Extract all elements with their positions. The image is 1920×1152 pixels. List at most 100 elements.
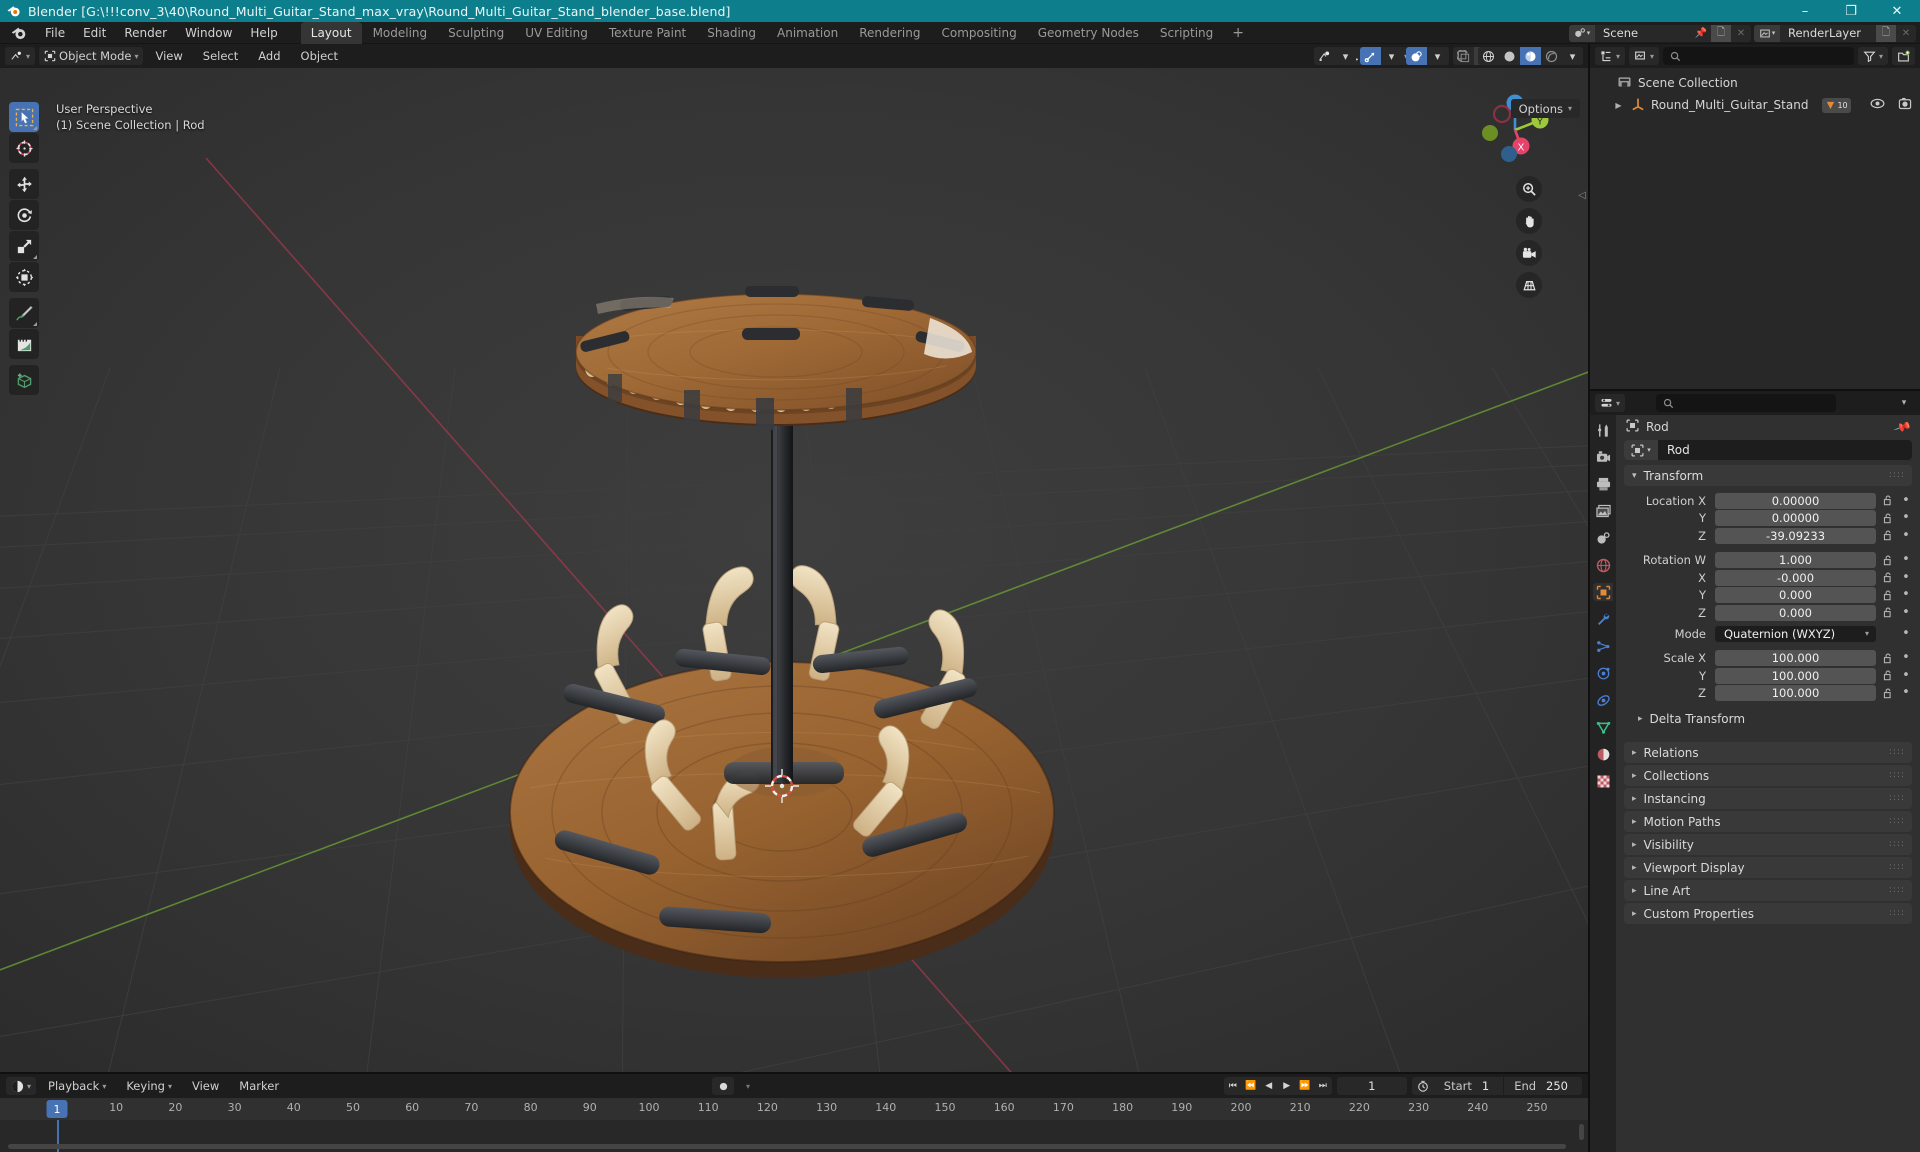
toggle-xray-icon[interactable] [1452,47,1474,65]
add-cube-tool-icon[interactable] [9,365,39,395]
tab-shading[interactable]: Shading [697,22,766,44]
texture-icon[interactable] [1593,772,1613,790]
visibility-group[interactable]: ▾ [1314,47,1356,65]
scene-icon[interactable] [1593,529,1613,547]
frame-range-fields[interactable]: Start 1 End 250 [1411,1077,1582,1095]
overlays-dropdown-icon[interactable]: ▾ [1427,47,1448,65]
properties-search-input[interactable] [1656,394,1836,412]
outliner-search-input[interactable] [1663,47,1854,65]
timeline-vertical-scrollbar[interactable] [1579,1124,1584,1140]
jump-to-end-icon[interactable]: ⏭ [1314,1077,1332,1095]
new-view-layer-icon[interactable]: 🗋 [1876,24,1896,42]
viewport-menu-object[interactable]: Object [293,47,346,65]
output-icon[interactable] [1593,475,1613,493]
rotation-y-lock-icon[interactable] [1881,590,1895,601]
delete-view-layer-icon[interactable]: ✕ [1896,25,1916,42]
rotation-w-field[interactable]: 1.000 [1715,552,1876,568]
viewport-menu-select[interactable]: Select [195,47,246,65]
show-overlays-icon[interactable] [1406,47,1427,65]
menu-edit[interactable]: Edit [74,23,115,43]
object-mode-selector[interactable]: Object Mode ▾ [39,47,144,65]
physics-icon[interactable] [1593,664,1613,682]
timeline-playhead[interactable]: 1 [46,1100,68,1118]
scale-z-animate-icon[interactable]: • [1900,686,1912,699]
view-layer-icon[interactable] [1593,502,1613,520]
world-icon[interactable] [1593,556,1613,574]
rotation-x-field[interactable]: -0.000 [1715,569,1876,586]
gizmo-group[interactable]: ▾ [1360,47,1402,65]
timeline-body[interactable] [0,1120,1588,1152]
tab-sculpting[interactable]: Sculpting [438,22,514,44]
delta-transform-panel-header[interactable]: ▸ Delta Transform [1624,708,1912,729]
object-visibility-icon[interactable] [1314,47,1335,65]
transform-tool-icon[interactable] [9,262,39,292]
current-frame-field[interactable]: 1 [1336,1077,1407,1095]
relations-panel-header[interactable]: ▸ Relations :::: [1624,742,1912,763]
viewport-menu-add[interactable]: Add [250,47,288,65]
line-art-panel-header[interactable]: ▸ Line Art :::: [1624,880,1912,901]
outliner-tree[interactable]: Scene Collection ▶ Round_Multi_Guitar_St… [1590,68,1920,389]
material-preview-shading-icon[interactable] [1520,47,1541,65]
tab-rendering[interactable]: Rendering [849,22,930,44]
viewport-display-drag-handle[interactable]: :::: [1889,863,1905,872]
shading-modes-group[interactable]: ▾ [1478,47,1583,65]
next-keyframe-icon[interactable]: ⏩ [1296,1077,1314,1095]
location-y-field[interactable]: 0.00000 [1715,510,1876,526]
shading-dropdown-icon[interactable]: ▾ [1562,47,1583,65]
auto-keying-icon[interactable] [712,1077,734,1095]
minimize-button[interactable]: – [1782,0,1828,22]
menu-window[interactable]: Window [176,23,241,43]
previous-keyframe-icon[interactable]: ⏪ [1242,1077,1260,1095]
outliner-editor-type-selector[interactable]: ▾ [1595,47,1626,65]
timeline-editor-type-selector[interactable]: ▾ [6,1077,37,1095]
timeline-ruler[interactable]: 1 10 20 30 40 50 60 70 80 90 100 110 120 130 140 150 160… [0,1098,1588,1120]
play-reverse-icon[interactable]: ◀ [1260,1077,1278,1095]
preview-range-icon[interactable] [1412,1080,1434,1092]
tab-compositing[interactable]: Compositing [931,22,1026,44]
timeline-horizontal-scrollbar[interactable] [8,1144,1566,1149]
panel-drag-handle[interactable]: :::: [1889,471,1905,480]
rotation-mode-animate-icon[interactable]: • [1900,627,1912,640]
location-y-animate-icon[interactable]: • [1900,511,1912,524]
auto-keying-dropdown-icon[interactable]: ▾ [737,1077,759,1095]
motion-paths-drag-handle[interactable]: :::: [1889,817,1905,826]
scale-y-lock-icon[interactable] [1881,670,1895,681]
menu-help[interactable]: Help [241,23,286,43]
pin-scene-icon[interactable]: 📌 [1691,25,1711,42]
viewport-options-button[interactable]: Options ▾ [1510,99,1580,118]
outliner-row-object[interactable]: ▶ Round_Multi_Guitar_Stand 10 [1590,94,1920,116]
blender-menu-icon[interactable] [10,24,28,42]
timeline-menu-keying[interactable]: Keying ▾ [118,1077,180,1095]
menu-render[interactable]: Render [115,23,176,43]
visibility-drag-handle[interactable]: :::: [1889,840,1905,849]
object-name-value[interactable]: Rod [1658,443,1690,457]
motion-paths-panel-header[interactable]: ▸ Motion Paths :::: [1624,811,1912,832]
menu-file[interactable]: File [36,23,74,43]
line-art-drag-handle[interactable]: :::: [1889,886,1905,895]
gizmo-dropdown-icon[interactable]: ▾ [1381,47,1402,65]
annotate-tool-icon[interactable] [9,298,39,328]
scale-y-animate-icon[interactable]: • [1900,669,1912,682]
viewport-canvas[interactable]: Z Y X [0,68,1588,1072]
modifiers-icon[interactable] [1593,610,1613,628]
collections-drag-handle[interactable]: :::: [1889,771,1905,780]
scale-x-lock-icon[interactable] [1881,653,1895,664]
3d-viewport[interactable]: ▾ Object Mode ▾ View Select Add Object ▾… [0,44,1588,1072]
jump-to-start-icon[interactable]: ⏮ [1224,1077,1242,1095]
overlays-group[interactable]: ▾ [1406,47,1448,65]
end-frame-value[interactable]: 250 [1542,1079,1582,1093]
outliner-row-scene-collection[interactable]: Scene Collection [1590,72,1920,94]
scale-z-field[interactable]: 100.000 [1715,685,1876,701]
location-z-lock-icon[interactable] [1881,530,1895,541]
editor-type-selector[interactable]: ▾ [5,47,36,65]
outliner-filter-button[interactable]: ▾ [1857,47,1888,65]
hide-in-viewport-icon[interactable] [1870,98,1885,112]
timeline-menu-marker[interactable]: Marker [231,1077,287,1095]
tab-uv-editing[interactable]: UV Editing [515,22,598,44]
particles-icon[interactable] [1593,637,1613,655]
delete-scene-icon[interactable]: ✕ [1731,25,1751,42]
properties-options-dropdown-icon[interactable]: ▾ [1893,394,1915,412]
tab-layout[interactable]: Layout [300,21,362,44]
rotation-w-animate-icon[interactable]: • [1900,553,1912,566]
tab-texture-paint[interactable]: Texture Paint [599,22,696,44]
